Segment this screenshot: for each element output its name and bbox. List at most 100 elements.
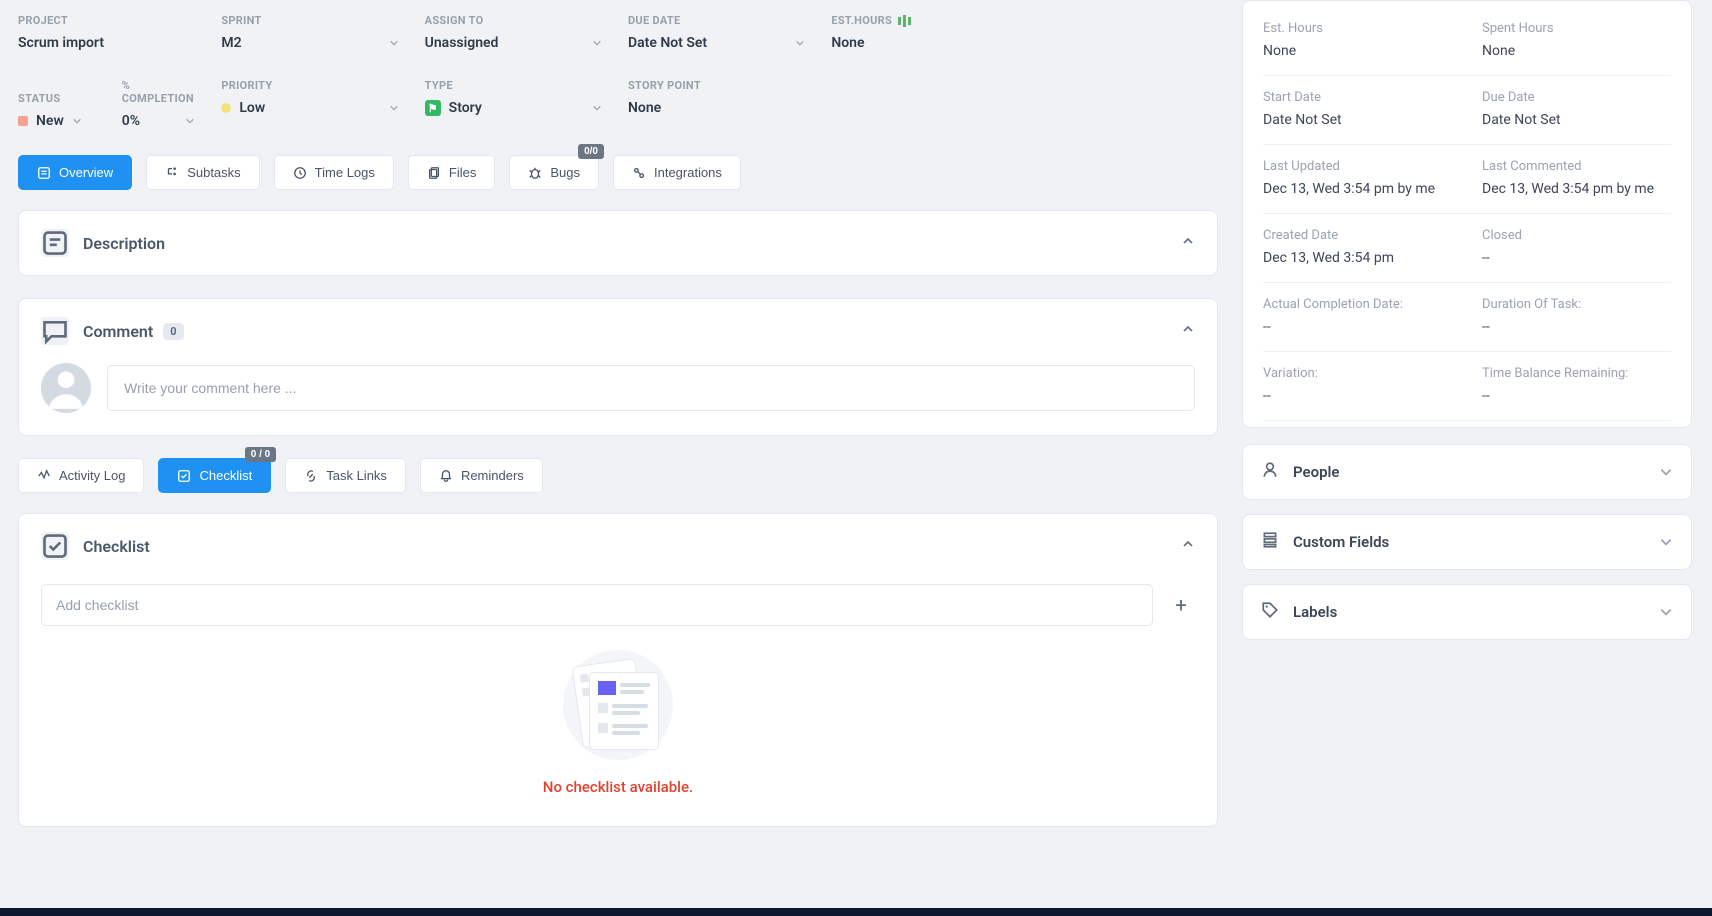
bell-icon [439,469,453,483]
value-sprint: M2 [221,35,241,51]
empty-illustration [563,650,673,760]
est-hours-icon [898,15,911,27]
panel-checklist: Checklist + [18,513,1218,827]
checklist-icon [177,469,191,483]
label-assign: ASSIGN TO [425,14,608,27]
info-closed: Closed -- [1482,214,1671,282]
tab-timelogs[interactable]: Time Logs [274,155,394,190]
dropdown-due[interactable]: Date Not Set [628,35,811,51]
accordion-custom-fields[interactable]: Custom Fields [1242,514,1692,570]
avatar [41,363,91,413]
info-actual-completion: Actual Completion Date: -- [1263,283,1452,351]
label-completion: % COMPLETION [122,79,202,105]
info-due-date: Due Date Date Not Set [1482,76,1671,144]
value-storypoint: None [628,100,811,116]
field-type: TYPE ⚑ Story [425,79,608,129]
info-last-commented: Last Commented Dec 13, Wed 3:54 pm by me [1482,145,1671,213]
checklist-empty-message: No checklist available. [543,778,693,796]
dropdown-sprint[interactable]: M2 [221,35,404,51]
files-icon [427,166,441,180]
tab-tasklinks[interactable]: Task Links [285,458,406,493]
chevron-up-icon [1181,322,1195,340]
panel-checklist-header[interactable]: Checklist [19,514,1217,578]
panel-comment: Comment 0 [18,298,1218,436]
panel-comment-header[interactable]: Comment 0 [19,299,1217,363]
chevron-down-icon [1659,605,1673,619]
chevron-down-icon [1659,465,1673,479]
chevron-down-icon [389,38,399,48]
value-esthours: None [831,35,1014,51]
checklist-count-badge: 0 / 0 [245,447,276,462]
tab-reminders[interactable]: Reminders [420,458,543,493]
priority-color-icon [221,103,231,113]
panel-description: Description [18,210,1218,276]
checklist-icon [41,532,69,560]
info-variation: Variation: -- [1263,352,1452,420]
status-color-icon [18,116,28,126]
panel-checklist-title: Checklist [83,537,1167,556]
tab-bugs[interactable]: Bugs 0/0 [509,155,599,190]
dropdown-assign[interactable]: Unassigned [425,35,608,51]
field-status-completion: STATUS New % COMPLETION 0% [18,79,201,129]
add-checklist-button[interactable]: + [1167,593,1195,617]
fields-grid: PROJECT Scrum import SPRINT M2 ASSIGN TO… [18,14,1218,129]
tab-overview[interactable]: Overview [18,155,132,190]
dropdown-type[interactable]: ⚑ Story [425,100,608,116]
dropdown-completion[interactable]: 0% [122,113,202,129]
field-storypoint: STORY POINT None [628,79,811,129]
clock-icon [293,166,307,180]
value-status: New [36,113,64,129]
checklist-input[interactable] [41,584,1153,626]
panel-description-title: Description [83,234,1167,253]
accordion-people[interactable]: People [1242,444,1692,500]
label-type: TYPE [425,79,608,92]
link-icon [304,469,318,483]
tab-checklist[interactable]: Checklist 0 / 0 [158,458,271,493]
tab-files[interactable]: Files [408,155,495,190]
dropdown-priority[interactable]: Low [221,100,404,116]
value-completion: 0% [122,113,140,129]
people-icon [1261,461,1279,483]
panel-description-header[interactable]: Description [19,211,1217,275]
chevron-down-icon [1659,535,1673,549]
chevron-down-icon [185,116,195,126]
comment-input[interactable] [107,365,1195,411]
field-esthours: EST.HOURS None [831,14,1014,51]
integrations-icon [632,166,646,180]
story-type-icon: ⚑ [425,100,441,116]
checklist-empty-state: No checklist available. [41,626,1195,802]
subtasks-icon [165,166,179,180]
dropdown-status[interactable]: New [18,113,88,129]
value-priority: Low [239,100,265,116]
accordion-labels[interactable]: Labels [1242,584,1692,640]
panel-comment-title: Comment [83,322,153,341]
tabs-primary: Overview Subtasks Time Logs Files Bugs 0… [18,155,1218,190]
info-spent-hours: Spent Hours None [1482,7,1671,75]
chevron-down-icon [592,38,602,48]
activity-icon [37,469,51,483]
info-time-balance: Time Balance Remaining: -- [1482,352,1671,420]
bugs-count-badge: 0/0 [578,144,604,159]
tab-activity-log[interactable]: Activity Log [18,458,144,493]
label-priority: PRIORITY [221,79,404,92]
label-sprint: SPRINT [221,14,404,27]
comment-icon [41,317,69,345]
info-start-date: Start Date Date Not Set [1263,76,1452,144]
chevron-down-icon [389,103,399,113]
value-type: Story [449,100,482,116]
chevron-up-icon [1181,234,1195,252]
comment-count-badge: 0 [163,323,183,340]
tab-subtasks[interactable]: Subtasks [146,155,259,190]
label-project: PROJECT [18,14,201,27]
info-last-updated: Last Updated Dec 13, Wed 3:54 pm by me [1263,145,1452,213]
info-card: Est. Hours None Spent Hours None Start D… [1242,0,1692,428]
tab-integrations[interactable]: Integrations [613,155,741,190]
description-icon [41,229,69,257]
field-sprint: SPRINT M2 [221,14,404,51]
value-project: Scrum import [18,35,201,51]
field-assign: ASSIGN TO Unassigned [425,14,608,51]
tag-icon [1261,601,1279,623]
bottom-bar [0,908,1712,916]
overview-icon [37,166,51,180]
info-duration: Duration Of Task: -- [1482,283,1671,351]
